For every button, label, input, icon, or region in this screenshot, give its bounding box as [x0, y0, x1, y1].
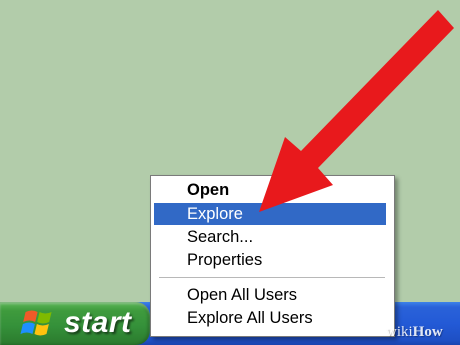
windows-logo-icon — [20, 310, 52, 336]
menu-item-explore-all-users[interactable]: Explore All Users — [154, 307, 386, 329]
menu-item-properties[interactable]: Properties — [154, 249, 386, 271]
wikihow-watermark: wikiHow — [386, 324, 443, 340]
context-menu: Open Explore Search... Properties Open A… — [150, 175, 395, 337]
start-label: start — [64, 306, 132, 339]
menu-separator — [159, 277, 385, 278]
menu-item-explore[interactable]: Explore — [154, 203, 386, 225]
menu-item-open-all-users[interactable]: Open All Users — [154, 284, 386, 306]
menu-item-search[interactable]: Search... — [154, 226, 386, 248]
menu-item-open[interactable]: Open — [154, 179, 386, 201]
